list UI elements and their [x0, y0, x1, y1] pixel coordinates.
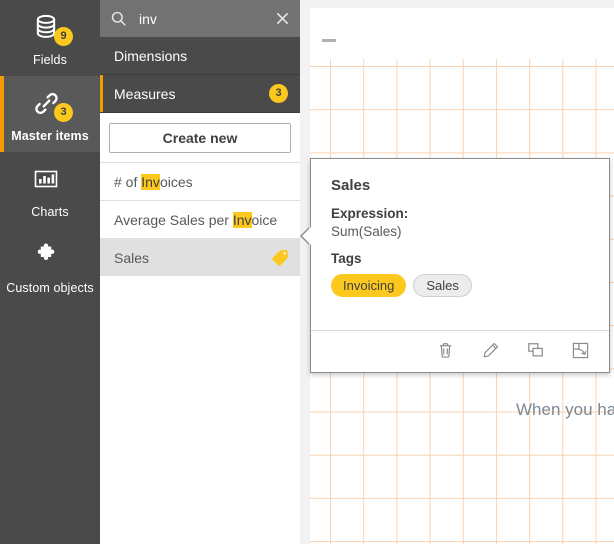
tag-chip-list: Invoicing Sales	[331, 274, 589, 297]
fields-icon-wrap: 9	[27, 9, 73, 47]
copy-icon	[526, 341, 545, 363]
tag-chip-invoicing: Invoicing	[331, 274, 406, 297]
section-dimensions[interactable]: Dimensions	[100, 37, 300, 75]
trash-icon	[436, 341, 455, 363]
duplicate-button[interactable]	[524, 341, 546, 363]
section-label-dimensions: Dimensions	[114, 48, 288, 64]
edit-button[interactable]	[479, 341, 501, 363]
custom-objects-icon-wrap	[27, 237, 73, 275]
add-to-sheet-icon	[571, 341, 590, 363]
add-to-sheet-button[interactable]	[569, 341, 591, 363]
puzzle-piece-icon	[27, 237, 65, 273]
master-items-count-badge: 3	[54, 103, 73, 122]
fields-count-badge: 9	[54, 27, 73, 46]
rail-item-fields[interactable]: 9 Fields	[0, 0, 100, 76]
charts-icon-wrap	[27, 161, 73, 199]
rail-item-custom-objects[interactable]: Custom objects	[0, 228, 100, 304]
measures-count-badge: 3	[269, 84, 288, 103]
list-item[interactable]: Average Sales per Invoice	[100, 200, 300, 238]
expression-value: Sum(Sales)	[331, 224, 589, 239]
pencil-icon	[481, 341, 500, 363]
list-item-sales[interactable]: Sales	[100, 238, 300, 276]
tag-icon	[270, 248, 290, 268]
rail-item-master-items[interactable]: 3 Master items	[0, 76, 100, 152]
search-input[interactable]: inv	[139, 11, 273, 27]
tag-chip-sales: Sales	[413, 274, 472, 297]
rail-label-fields: Fields	[2, 53, 98, 67]
master-items-icon-wrap: 3	[27, 85, 73, 123]
close-icon[interactable]	[273, 9, 292, 28]
master-items-panel: inv Dimensions Measures 3 Create new # o…	[100, 0, 300, 544]
section-measures[interactable]: Measures 3	[100, 75, 300, 113]
popover-body: Sales Expression: Sum(Sales) Tags Invoic…	[311, 159, 609, 297]
search-match-highlight: Inv	[233, 212, 252, 228]
rail-label-master-items: Master items	[2, 129, 98, 143]
rail-item-charts[interactable]: Charts	[0, 152, 100, 228]
left-rail: 9 Fields 3 Master items	[0, 0, 100, 544]
delete-button[interactable]	[434, 341, 456, 363]
search-match-highlight: Inv	[141, 174, 160, 190]
panel-scrollbar[interactable]	[300, 0, 305, 544]
create-new-wrap: Create new	[100, 113, 300, 162]
measure-detail-popover: Sales Expression: Sum(Sales) Tags Invoic…	[310, 158, 610, 373]
canvas-hint-text: When you hav	[516, 400, 614, 420]
measure-name: Sales	[114, 250, 270, 266]
popover-title: Sales	[331, 177, 589, 194]
bar-chart-icon	[27, 161, 65, 197]
tags-label: Tags	[331, 251, 589, 266]
search-icon	[110, 10, 127, 27]
popover-caret	[302, 227, 311, 245]
section-label-measures: Measures	[114, 86, 269, 102]
search-bar[interactable]: inv	[100, 0, 300, 37]
rail-label-custom-objects: Custom objects	[2, 281, 98, 295]
placeholder-dash	[322, 39, 336, 42]
rail-label-charts: Charts	[2, 205, 98, 219]
qlik-master-items-screen: When you hav 9 Fields	[0, 0, 614, 544]
measure-name: Average Sales per Invoice	[114, 212, 290, 228]
popover-actions	[311, 330, 609, 372]
expression-label: Expression:	[331, 206, 589, 221]
measure-name: # of Invoices	[114, 174, 290, 190]
list-item[interactable]: # of Invoices	[100, 162, 300, 200]
create-new-button[interactable]: Create new	[109, 123, 291, 153]
